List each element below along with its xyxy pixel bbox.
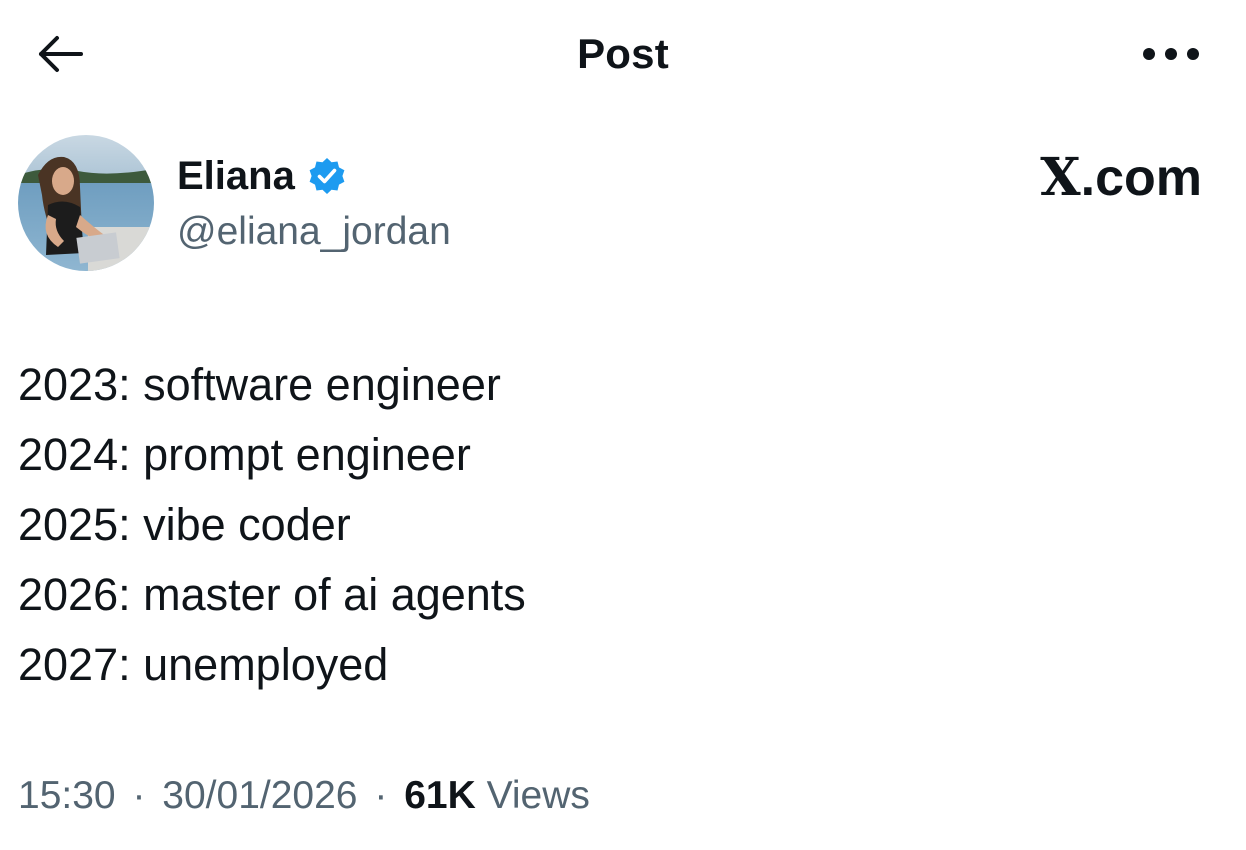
post-line: 2027: unemployed <box>18 639 389 690</box>
post-line: 2025: vibe coder <box>18 499 351 550</box>
avatar[interactable] <box>18 135 154 271</box>
post-time[interactable]: 15:30 <box>18 774 116 817</box>
views-count[interactable]: 61K <box>404 774 476 817</box>
more-button[interactable] <box>1136 30 1206 78</box>
post-line: 2023: software engineer <box>18 359 501 410</box>
views-label: Views <box>486 774 590 817</box>
x-logo-letter: X <box>1040 147 1081 208</box>
author-handle[interactable]: @eliana_jordan <box>177 208 451 256</box>
top-bar: Post <box>0 0 1246 110</box>
page-title: Post <box>577 30 669 77</box>
author-name-row[interactable]: Eliana <box>177 152 347 200</box>
author-display-name: Eliana <box>177 154 295 198</box>
avatar-photo <box>18 135 154 271</box>
x-com-watermark: X .com <box>1040 148 1202 208</box>
post-line: 2024: prompt engineer <box>18 429 471 480</box>
post-line: 2026: master of ai agents <box>18 569 526 620</box>
meta-separator: · <box>374 774 388 817</box>
post-meta: 15:30 · 30/01/2026 · 61K Views <box>18 770 590 822</box>
more-horizontal-icon <box>1143 48 1199 60</box>
verified-badge-icon <box>309 158 345 194</box>
watermark-domain: .com <box>1080 149 1202 207</box>
post-date[interactable]: 30/01/2026 <box>162 774 357 817</box>
meta-separator: · <box>132 774 146 817</box>
post-body: 2023: software engineer 2024: prompt eng… <box>18 350 526 700</box>
